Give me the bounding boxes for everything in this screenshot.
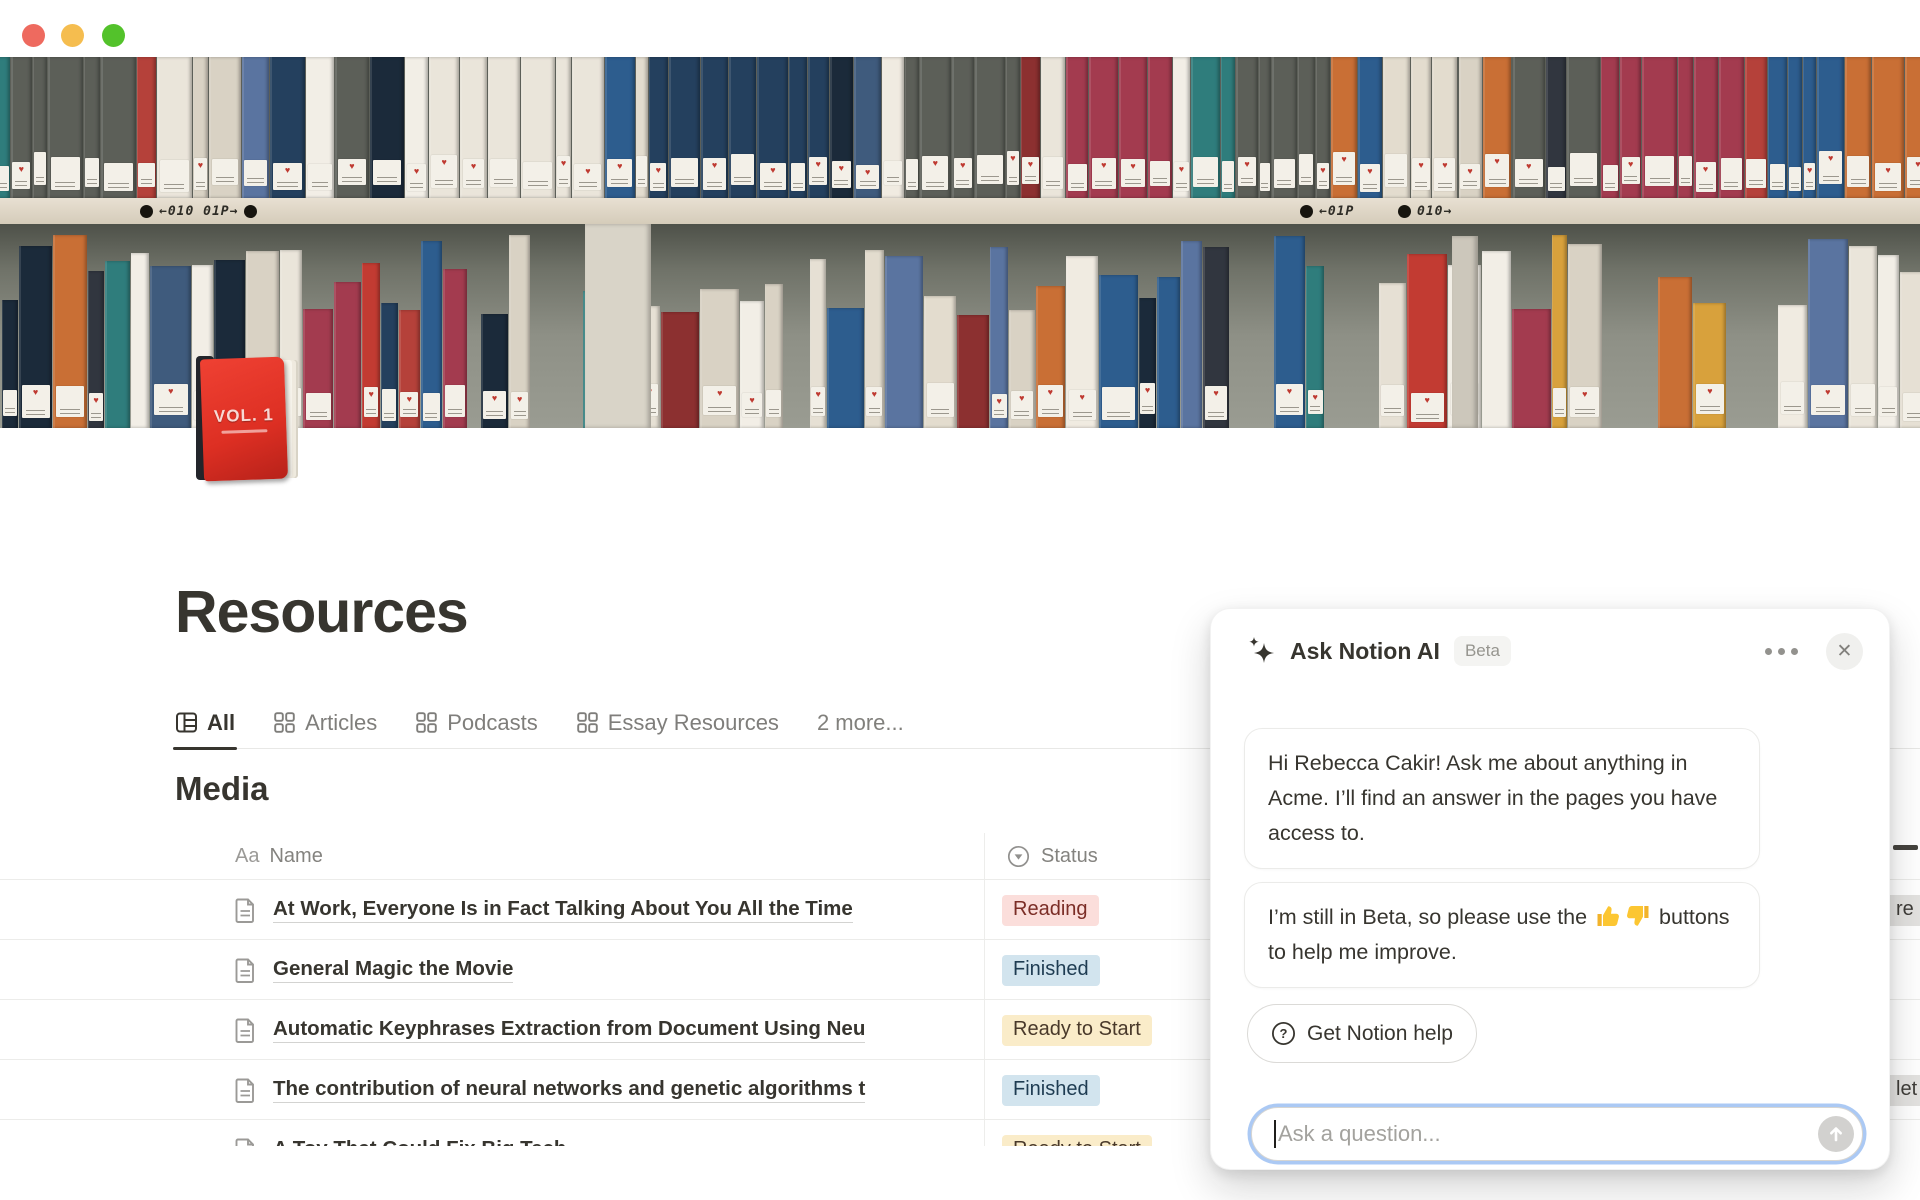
status-badge: Finished <box>1002 955 1100 986</box>
view-tab-label: Articles <box>305 710 377 736</box>
page-title[interactable]: Resources <box>175 578 468 646</box>
view-tab-articles[interactable]: Articles <box>273 697 377 749</box>
book-cover-text: VOL. 1 <box>214 404 275 426</box>
zoom-window-button[interactable] <box>102 24 125 47</box>
gallery-icon <box>273 711 296 734</box>
svg-text:?: ? <box>1280 1026 1288 1041</box>
column-header-name-label: Name <box>269 845 322 868</box>
shelf-label: ←010 01P→ <box>140 204 257 219</box>
status-badge: Ready to Start <box>1002 1015 1152 1046</box>
ai-message: I’m still in Beta, so please use the but… <box>1244 882 1760 988</box>
page-icon <box>235 958 256 983</box>
row-status-cell[interactable]: Ready to Start <box>1002 1000 1152 1060</box>
view-tab-podcasts[interactable]: Podcasts <box>415 697 538 749</box>
ask-notion-ai-dialog: Ask Notion AI Beta ✕ Hi Rebecca Cakir! A… <box>1210 608 1890 1170</box>
view-tab-label: All <box>207 710 235 736</box>
view-tab-label: Essay Resources <box>608 710 779 736</box>
window-titlebar <box>0 0 1920 57</box>
gallery-icon <box>415 711 438 734</box>
page-icon <box>235 1018 256 1043</box>
column-header-status-label: Status <box>1041 845 1098 868</box>
get-notion-help-button[interactable]: ? Get Notion help <box>1247 1004 1477 1063</box>
table-icon <box>175 711 198 734</box>
row-status-cell[interactable]: Reading <box>1002 880 1099 940</box>
row-name-cell[interactable]: The contribution of neural networks and … <box>235 1060 975 1120</box>
status-badge: Reading <box>1002 895 1099 926</box>
select-property-icon <box>1007 845 1030 868</box>
ask-question-field-wrap <box>1251 1107 1863 1161</box>
row-title-link[interactable]: At Work, Everyone Is in Fact Talking Abo… <box>273 897 853 923</box>
book-cover: VOL. 1 <box>200 357 288 482</box>
view-tab-essay-resources[interactable]: Essay Resources <box>576 697 779 749</box>
page-icon <box>235 1078 256 1103</box>
column-header-status[interactable]: Status <box>1007 845 1098 868</box>
view-tab-label: Podcasts <box>447 710 538 736</box>
minimize-window-button[interactable] <box>61 24 84 47</box>
row-name-cell[interactable]: General Magic the Movie <box>235 940 975 1000</box>
shelf-label: 010→ <box>1398 204 1452 219</box>
beta-badge: Beta <box>1454 636 1511 666</box>
notion-window: ♥♥♥♥♥♥♥♥♥♥♥♥♥♥♥♥♥♥♥♥♥♥♥♥♥♥♥♥♥♥♥♥♥♥♥♥♥♥ ←… <box>0 0 1920 1200</box>
table-header-row: Aa Name Status <box>175 833 323 879</box>
database-title[interactable]: Media <box>175 770 269 808</box>
row-title-link[interactable]: General Magic the Movie <box>273 957 513 983</box>
ai-dialog-title: Ask Notion AI <box>1290 638 1440 665</box>
get-notion-help-label: Get Notion help <box>1307 1022 1453 1046</box>
clipped-column-header-fragment <box>1893 845 1918 850</box>
row-title-link[interactable]: The contribution of neural networks and … <box>273 1077 865 1103</box>
thumbs-down-emoji <box>1625 903 1651 929</box>
page-icon-red-book[interactable]: VOL. 1 <box>190 354 302 486</box>
gallery-icon <box>576 711 599 734</box>
close-window-button[interactable] <box>22 24 45 47</box>
close-icon[interactable]: ✕ <box>1826 633 1863 670</box>
row-name-cell[interactable]: At Work, Everyone Is in Fact Talking Abo… <box>235 880 975 940</box>
arrow-up-icon <box>1826 1124 1846 1144</box>
sparkle-icon <box>1247 636 1277 666</box>
more-views-button[interactable]: 2 more... <box>817 710 904 736</box>
ask-question-input[interactable] <box>1251 1107 1863 1161</box>
shelf-label: ←01P <box>1300 204 1354 219</box>
text-caret <box>1274 1120 1276 1148</box>
ai-message: Hi Rebecca Cakir! Ask me about anything … <box>1244 728 1760 869</box>
text-property-icon: Aa <box>235 845 259 868</box>
send-button[interactable] <box>1818 1116 1854 1152</box>
view-tab-all[interactable]: All <box>175 697 235 749</box>
status-badge: Finished <box>1002 1075 1100 1106</box>
help-circle-icon: ? <box>1271 1021 1296 1046</box>
bookshelf-top-row: ♥♥♥♥♥♥♥♥♥♥♥♥♥♥♥♥♥♥♥♥♥♥♥♥♥♥♥♥♥♥♥♥♥♥♥♥♥♥ <box>0 57 1920 198</box>
ai-dialog-header: Ask Notion AI Beta ✕ <box>1211 609 1889 693</box>
row-status-cell[interactable]: Finished <box>1002 940 1100 1000</box>
row-status-cell[interactable]: Finished <box>1002 1060 1100 1120</box>
row-name-cell[interactable]: Automatic Keyphrases Extraction from Doc… <box>235 1000 975 1060</box>
shelf-board <box>0 198 1920 224</box>
more-options-icon[interactable] <box>1759 642 1804 661</box>
row-title-link[interactable]: Automatic Keyphrases Extraction from Doc… <box>273 1017 865 1043</box>
column-header-name[interactable]: Aa Name <box>235 845 323 868</box>
page-icon <box>235 898 256 923</box>
thumbs-up-emoji <box>1595 903 1621 929</box>
